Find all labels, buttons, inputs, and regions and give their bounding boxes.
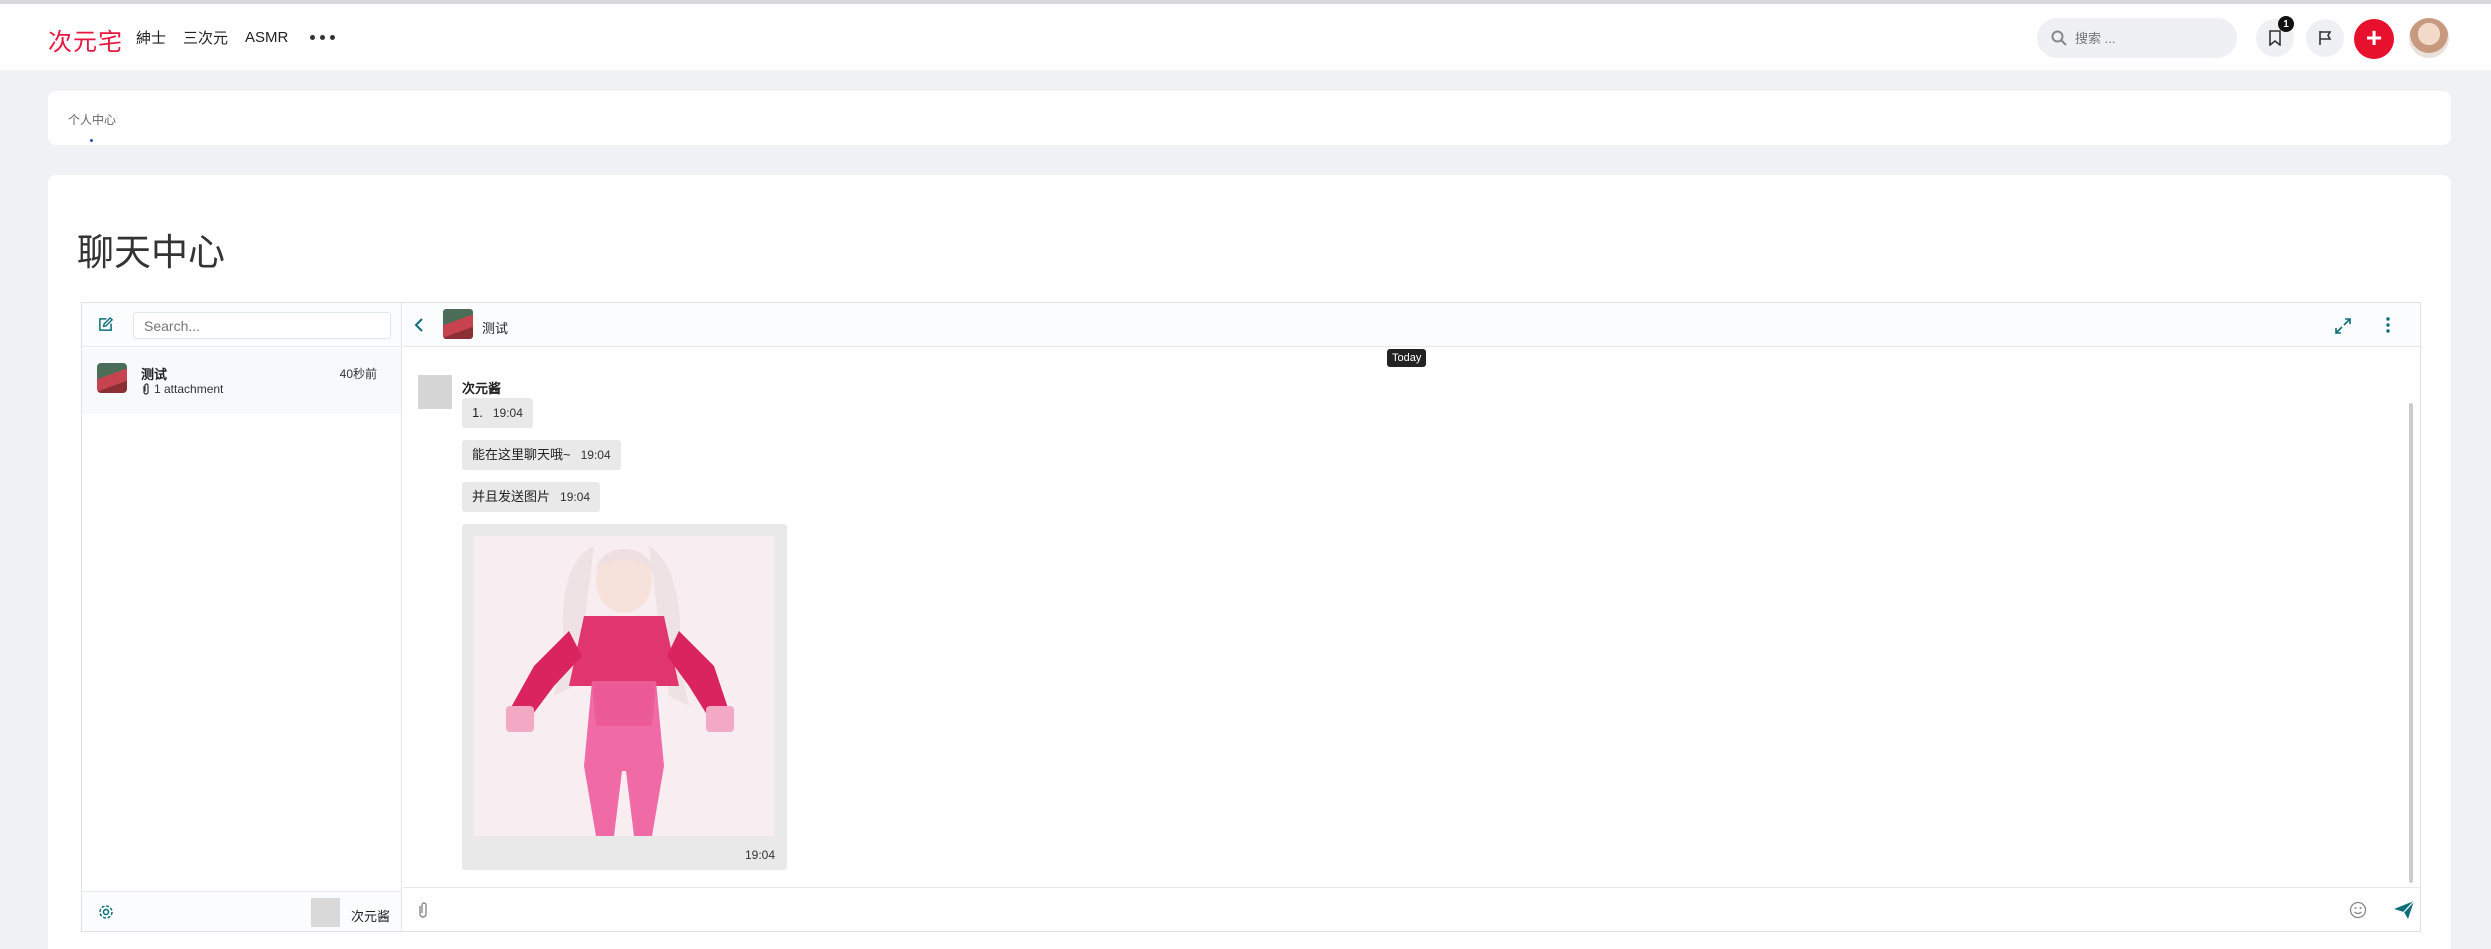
nav-item-gentleman[interactable]: 紳士 — [136, 27, 166, 48]
current-user-avatar — [311, 898, 340, 927]
back-chevron-icon[interactable] — [414, 318, 424, 332]
conversation-partner-avatar — [443, 309, 473, 339]
conversation-name: 测试 — [141, 367, 168, 382]
message-text: 能在这里聊天哦~ — [472, 447, 571, 462]
message-bubble: 并且发送图片 19:04 — [462, 482, 601, 512]
conversation-item[interactable]: 测试 40秒前 1 attachment — [82, 348, 401, 414]
image-message: 19:04 — [462, 524, 787, 870]
date-divider: Today — [1387, 349, 1427, 367]
nav-item-asmr[interactable]: ASMR — [245, 29, 288, 46]
paperclip-icon[interactable] — [416, 901, 430, 919]
sidebar-toolbar — [82, 303, 401, 347]
bookmark-button[interactable]: 1 — [2256, 16, 2294, 57]
composer-bar — [403, 887, 2420, 931]
kebab-menu-icon[interactable] — [2386, 317, 2390, 333]
message-time: 19:04 — [580, 448, 611, 462]
attached-photo[interactable] — [474, 536, 774, 836]
messages-scrollbar[interactable] — [2409, 403, 2413, 883]
nav-item-3d[interactable]: 三次元 — [183, 27, 228, 48]
more-menu-icon[interactable] — [310, 35, 336, 40]
conversation-preview-text: 1 attachment — [154, 382, 224, 396]
conversation-search-input[interactable] — [133, 312, 391, 339]
conversation-pane: 测试 Today 次元酱 1. 19:04 能在这里聊天哦~ 19:04 并且发送图… — [403, 303, 2420, 931]
flag-icon — [2319, 31, 2332, 45]
user-avatar[interactable] — [2409, 18, 2449, 58]
message-bubble: 能在这里聊天哦~ 19:04 — [462, 440, 621, 470]
chat-widget: 测试 40秒前 1 attachment 次元酱 测试 Today 次元酱 1.… — [81, 302, 2421, 932]
conversation-avatar — [97, 363, 127, 393]
current-user-name: 次元酱 — [351, 909, 391, 924]
sidebar-footer: 次元酱 — [82, 891, 401, 931]
message-bubble: 1. 19:04 — [462, 398, 533, 428]
attached-photo-illustration — [474, 536, 774, 836]
page-title: 聊天中心 — [77, 231, 225, 274]
conversation-sidebar: 测试 40秒前 1 attachment 次元酱 — [82, 303, 402, 931]
message-time: 19:04 — [744, 848, 775, 862]
bookmark-badge: 1 — [2278, 16, 2294, 32]
compose-icon[interactable] — [98, 317, 113, 332]
site-header: 次元宅 紳士 三次元 ASMR 1 + — [0, 4, 2491, 70]
breadcrumb[interactable]: 个人中心 — [68, 111, 116, 128]
message-text: 1. — [472, 405, 483, 420]
send-icon[interactable] — [2393, 900, 2415, 920]
site-logo[interactable]: 次元宅 — [48, 22, 123, 57]
message-time: 19:04 — [492, 406, 523, 420]
create-post-button[interactable]: + — [2354, 19, 2394, 59]
main-nav: 紳士 三次元 ASMR — [136, 27, 336, 48]
expand-icon[interactable] — [2335, 318, 2351, 334]
breadcrumb-indicator — [90, 139, 93, 142]
emoji-icon[interactable] — [2349, 901, 2367, 919]
message-time: 19:04 — [560, 490, 591, 504]
attachment-icon — [143, 383, 149, 395]
conversation-preview: 1 attachment — [141, 382, 223, 396]
conversation-time: 40秒前 — [339, 367, 377, 381]
conversation-header: 测试 — [403, 303, 2420, 347]
search-input[interactable] — [2075, 30, 2225, 46]
header-search[interactable] — [2037, 18, 2237, 58]
breadcrumb-card: 个人中心 — [48, 91, 2451, 145]
settings-gear-icon[interactable] — [98, 904, 114, 920]
conversation-partner-name: 测试 — [482, 321, 509, 336]
bookmark-icon — [2269, 30, 2281, 46]
sender-name: 次元酱 — [462, 381, 502, 396]
report-button[interactable] — [2306, 19, 2344, 57]
message-text: 并且发送图片 — [472, 489, 551, 504]
search-icon — [2051, 30, 2067, 46]
sender-avatar — [418, 375, 452, 409]
